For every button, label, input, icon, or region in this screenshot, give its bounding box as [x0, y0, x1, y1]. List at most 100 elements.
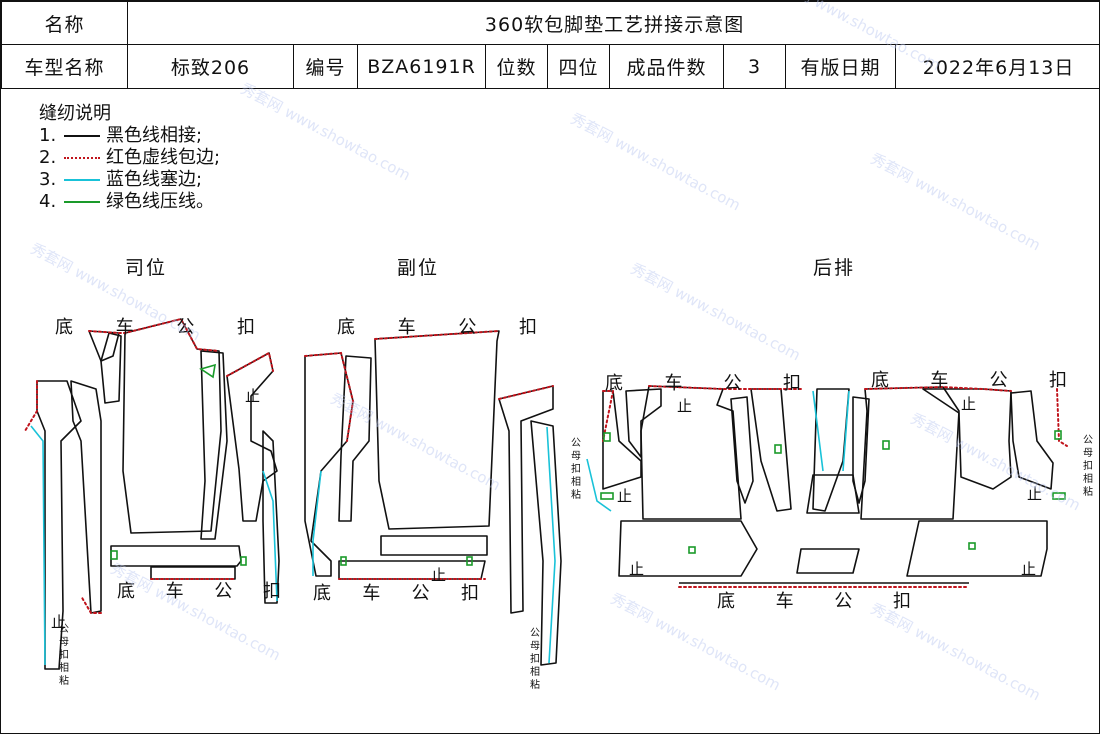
stop-mark: 止: [961, 393, 976, 414]
velcro-char: 公: [58, 623, 70, 636]
stop-mark: 止: [431, 564, 446, 585]
pattern-sheet: 名称 360软包脚垫工艺拼接示意图 车型名称 标致206 编号 BZA6191R…: [0, 0, 1100, 734]
label-gong: 公: [458, 313, 476, 339]
passenger-bottom-buckle-labels: 底 车 公 扣: [313, 579, 479, 605]
driver-bottom-buckle-labels: 底 车 公 扣: [117, 577, 281, 603]
rear-right-edge-binding: [1057, 389, 1067, 446]
velcro-char: 公: [529, 627, 541, 640]
velcro-char: 相: [1082, 473, 1094, 486]
label-di: 底: [117, 577, 135, 603]
rear-right-buckle-labels: 底 车 公 扣: [871, 366, 1067, 392]
velcro-char: 公: [1082, 434, 1094, 447]
stop-mark: 止: [245, 385, 260, 406]
green-stitch-mark: [883, 441, 889, 449]
driver-left-binding: [25, 381, 37, 431]
rear-bottom-center-panel: [797, 549, 859, 573]
green-stitch-mark: [601, 493, 613, 499]
label-di: 底: [337, 313, 355, 339]
label-gong: 公: [412, 579, 430, 605]
label-che: 车: [398, 313, 416, 339]
passenger-right-side-piece: [499, 386, 553, 613]
velcro-char: 扣: [58, 649, 70, 662]
green-stitch-mark: [775, 445, 781, 453]
label-gong: 公: [214, 577, 232, 603]
green-stitch-mark: [1053, 493, 1065, 499]
green-stitch-mark: [969, 543, 975, 549]
stop-mark: 止: [617, 485, 632, 506]
velcro-char: 扣: [529, 653, 541, 666]
passenger-top-buckle-labels: 底 车 公 扣: [337, 313, 537, 339]
rear-left-buckle-labels: 底 车 公 扣: [605, 369, 801, 395]
label-gong: 公: [176, 313, 194, 339]
passenger-insert-edge: [313, 471, 321, 576]
driver-top-buckle-labels: 底 车 公 扣: [55, 313, 255, 339]
rear-bottom-buckle-labels: 底 车 公 扣: [717, 587, 911, 613]
label-che: 车: [166, 577, 184, 603]
velcro-char: 粘: [570, 489, 582, 502]
label-di: 底: [313, 579, 331, 605]
green-stitch-mark: [604, 433, 610, 441]
green-stitch-mark: [241, 557, 246, 565]
rear-center-insert-edge-2: [843, 391, 849, 471]
rear-left-side-piece: [603, 391, 641, 489]
label-gong: 公: [990, 366, 1008, 392]
label-che: 车: [362, 579, 380, 605]
label-kou: 扣: [1049, 366, 1067, 392]
green-stitch-mark: [689, 547, 695, 553]
label-di: 底: [717, 587, 735, 613]
label-kou: 扣: [783, 369, 801, 395]
velcro-char: 粘: [58, 675, 70, 688]
label-kou: 扣: [519, 313, 537, 339]
rear-center-left-strip: [751, 389, 791, 511]
velcro-char: 相: [529, 666, 541, 679]
velcro-char: 粘: [1082, 486, 1094, 499]
passenger-velcro-note: 公 母 扣 相 粘: [529, 627, 541, 692]
velcro-char: 扣: [570, 463, 582, 476]
label-kou: 扣: [263, 577, 281, 603]
rear-right-side-piece: [1011, 391, 1053, 489]
passenger-bottom-plate: [339, 561, 485, 579]
label-kou: 扣: [893, 587, 911, 613]
label-che: 车: [664, 369, 682, 395]
velcro-char: 母: [58, 636, 70, 649]
label-di: 底: [55, 313, 73, 339]
label-kou: 扣: [461, 579, 479, 605]
velcro-char: 母: [529, 640, 541, 653]
rear-left-inner-piece: [626, 389, 661, 457]
passenger-right-insert-edge: [547, 427, 555, 663]
label-che: 车: [930, 366, 948, 392]
stop-mark: 止: [677, 395, 692, 416]
driver-velcro-note: 公 母 扣 相 粘: [58, 623, 70, 688]
driver-left-insert-edge: [31, 426, 45, 665]
green-stitch-mark: [111, 551, 117, 559]
passenger-bottom-strip: [381, 536, 487, 555]
rear-left-velcro-note: 公 母 扣 相 粘: [570, 437, 582, 502]
label-gong: 公: [834, 587, 852, 613]
rear-right-seat-panel: [861, 387, 959, 519]
driver-front-trim-piece: [71, 381, 101, 613]
velcro-char: 扣: [1082, 460, 1094, 473]
label-kou: 扣: [237, 313, 255, 339]
velcro-char: 粘: [529, 679, 541, 692]
driver-pillar-piece: [101, 333, 121, 403]
driver-press-stitch: [201, 365, 215, 377]
label-che: 车: [776, 587, 794, 613]
velcro-char: 母: [570, 450, 582, 463]
label-di: 底: [871, 366, 889, 392]
driver-tunnel-binding: [227, 353, 273, 376]
rear-center-right-strip: [813, 389, 849, 511]
stop-mark: 止: [1027, 483, 1042, 504]
stop-mark: 止: [629, 558, 644, 579]
label-gong: 公: [724, 369, 742, 395]
velcro-char: 相: [58, 662, 70, 675]
passenger-main-panel: [375, 331, 499, 529]
rear-left-hump-piece: [731, 397, 753, 503]
stop-mark: 止: [1021, 558, 1036, 579]
rear-right-velcro-note: 公 母 扣 相 粘: [1082, 434, 1094, 499]
rear-left-insert-edge: [587, 459, 611, 511]
label-di: 底: [605, 369, 623, 395]
velcro-char: 公: [570, 437, 582, 450]
passenger-tunnel-piece: [339, 356, 371, 521]
velcro-char: 母: [1082, 447, 1094, 460]
velcro-char: 相: [570, 476, 582, 489]
